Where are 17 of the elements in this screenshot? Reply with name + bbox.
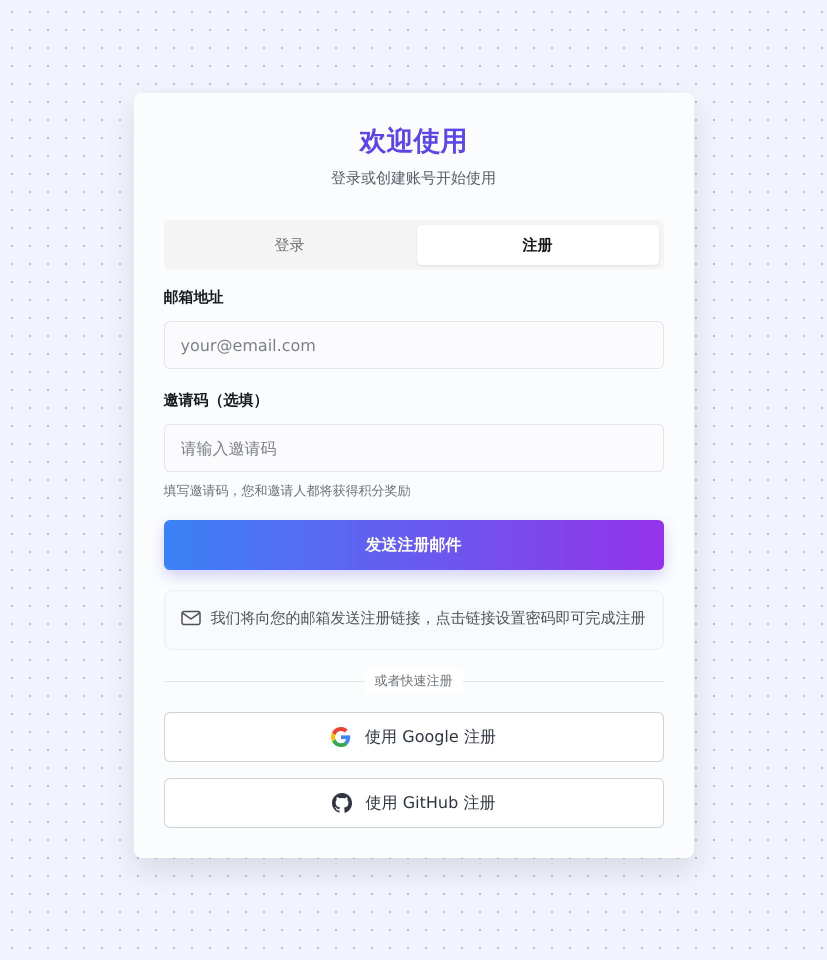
notice-text: 我们将向您的邮箱发送注册链接，点击链接设置密码即可完成注册 bbox=[210, 608, 646, 629]
mail-icon bbox=[180, 610, 200, 626]
tab[interactable]: 注册 bbox=[416, 225, 658, 265]
github-icon bbox=[332, 793, 352, 813]
submit-button[interactable]: 发送注册邮件 bbox=[164, 520, 664, 570]
social-login-button[interactable]: 使用 Google 注册 bbox=[164, 712, 664, 762]
tab[interactable]: 登录 bbox=[168, 225, 410, 265]
social-login-button[interactable]: 使用 GitHub 注册 bbox=[164, 778, 664, 828]
field-label: 邀请码（选填） bbox=[164, 391, 270, 410]
field-hint: 填写邀请码，您和邀请人都将获得积分奖励 bbox=[164, 483, 412, 500]
welcome-title: 欢迎使用 bbox=[358, 125, 468, 159]
field-label: 邮箱地址 bbox=[164, 288, 224, 307]
google-icon bbox=[331, 727, 352, 747]
input-field[interactable]: 请输入邀请码 bbox=[164, 424, 664, 472]
input-field[interactable]: your@email.com bbox=[164, 321, 664, 369]
divider-text: 或者快速注册 bbox=[364, 670, 462, 692]
subtitle: 登录或创建账号开始使用 bbox=[330, 169, 497, 188]
